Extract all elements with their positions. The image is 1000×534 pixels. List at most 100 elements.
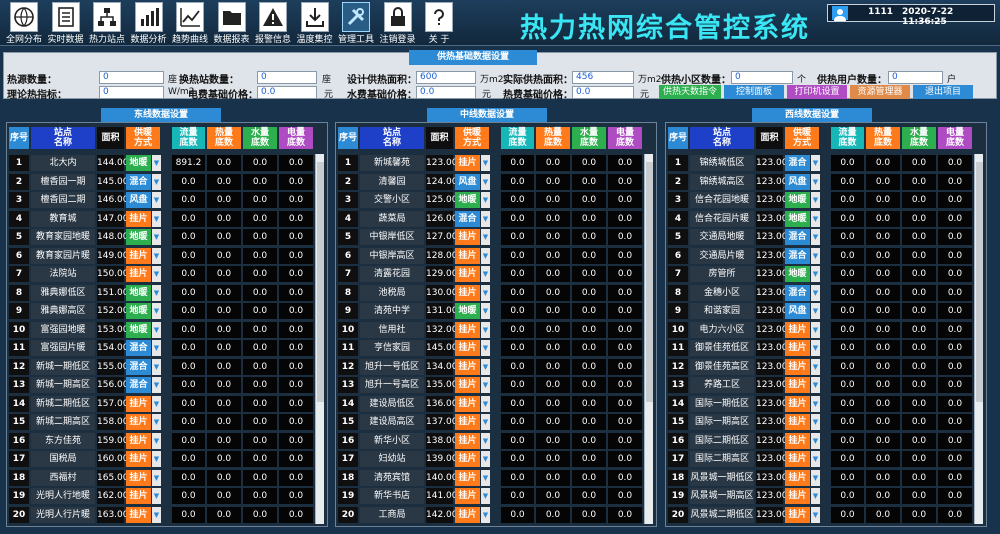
water-base-value[interactable]: 0.0: [902, 155, 936, 171]
heat-base-value[interactable]: 0.0: [866, 303, 900, 319]
water-base-value[interactable]: 0.0: [902, 210, 936, 227]
chevron-down-icon[interactable]: ▼: [481, 210, 490, 227]
water-base-value[interactable]: 0.0: [243, 173, 277, 190]
table-row[interactable]: 20 光明人行片暖 163.00 挂片 ▼ 0.0 0.0 0.0 0.0: [7, 506, 329, 524]
heat-base-value[interactable]: 0.0: [536, 469, 570, 486]
table-row[interactable]: 4 蔬菜局 126.00 混合 ▼ 0.0 0.0 0.0 0.0: [336, 210, 658, 228]
chevron-down-icon[interactable]: ▼: [481, 173, 490, 190]
power-base-value[interactable]: 0.0: [279, 266, 313, 282]
heat-base-value[interactable]: 0.0: [866, 451, 900, 467]
heating-mode-select[interactable]: 地暖: [455, 192, 480, 208]
heat-base-value[interactable]: 0.0: [866, 414, 900, 430]
chevron-down-icon[interactable]: ▼: [811, 247, 820, 264]
water-base-value[interactable]: 0.0: [902, 192, 936, 208]
heat-base-value[interactable]: 0.0: [207, 247, 241, 264]
area-value[interactable]: 146.00: [97, 192, 129, 208]
chevron-down-icon[interactable]: ▼: [811, 284, 820, 301]
table-row[interactable]: 3 信合花园地暖 123.00 地暖 ▼ 0.0 0.0 0.0 0.0: [666, 191, 988, 209]
power-base-value[interactable]: 0.0: [279, 247, 313, 264]
heat-base-value[interactable]: 0.0: [866, 358, 900, 375]
heat-base-value[interactable]: 0.0: [536, 173, 570, 190]
table-row[interactable]: 9 清苑中学 131.00 地暖 ▼ 0.0 0.0 0.0 0.0: [336, 302, 658, 320]
heating-mode-select[interactable]: 挂片: [785, 469, 810, 486]
power-base-value[interactable]: 0.0: [938, 192, 972, 208]
chevron-down-icon[interactable]: ▼: [811, 414, 820, 430]
control-panel-button[interactable]: 控制面板: [724, 85, 784, 99]
scrollbar-thumb[interactable]: [646, 162, 653, 402]
area-value[interactable]: 129.00: [426, 266, 458, 282]
table-row[interactable]: 15 国际一期高区 123.00 挂片 ▼ 0.0 0.0 0.0 0.0: [666, 413, 988, 431]
chevron-down-icon[interactable]: ▼: [481, 451, 490, 467]
heat-base-value[interactable]: 0.0: [207, 414, 241, 430]
source-count-field[interactable]: 0: [99, 71, 164, 84]
chevron-down-icon[interactable]: ▼: [152, 321, 161, 338]
water-base-value[interactable]: 0.0: [572, 284, 606, 301]
heat-base-value[interactable]: 0.0: [536, 488, 570, 504]
power-base-value[interactable]: 0.0: [938, 432, 972, 449]
power-base-value[interactable]: 0.0: [279, 432, 313, 449]
power-base-value[interactable]: 0.0: [608, 192, 642, 208]
heating-mode-select[interactable]: 地暖: [785, 192, 810, 208]
area-value[interactable]: 123.00: [756, 284, 788, 301]
heating-mode-select[interactable]: 挂片: [785, 340, 810, 356]
heating-mode-select[interactable]: 挂片: [455, 340, 480, 356]
water-base-value[interactable]: 0.0: [902, 284, 936, 301]
power-base-value[interactable]: 0.0: [608, 284, 642, 301]
water-base-value[interactable]: 0.0: [902, 469, 936, 486]
water-base-value[interactable]: 0.0: [243, 451, 277, 467]
area-value[interactable]: 123.00: [756, 358, 788, 375]
heat-base-value[interactable]: 0.0: [866, 432, 900, 449]
power-base-value[interactable]: 0.0: [279, 155, 313, 171]
chevron-down-icon[interactable]: ▼: [811, 321, 820, 338]
power-base-value[interactable]: 0.0: [279, 395, 313, 412]
chevron-down-icon[interactable]: ▼: [152, 395, 161, 412]
heat-base-value[interactable]: 0.0: [536, 284, 570, 301]
chevron-down-icon[interactable]: ▼: [152, 210, 161, 227]
power-base-value[interactable]: 0.0: [938, 210, 972, 227]
heating-mode-select[interactable]: 挂片: [126, 469, 151, 486]
chevron-down-icon[interactable]: ▼: [152, 506, 161, 523]
flow-base-value[interactable]: 0.0: [831, 506, 864, 523]
power-base-value[interactable]: 0.0: [938, 266, 972, 282]
heating-mode-select[interactable]: 混合: [785, 155, 810, 171]
water-base-value[interactable]: 0.0: [243, 469, 277, 486]
toolbar-button-2[interactable]: 实时数据: [46, 2, 86, 46]
heating-mode-select[interactable]: 挂片: [785, 321, 810, 338]
table-row[interactable]: 15 新城二期高区 158.00 挂片 ▼ 0.0 0.0 0.0 0.0: [7, 413, 329, 431]
area-value[interactable]: 152.00: [97, 303, 129, 319]
area-value[interactable]: 123.00: [426, 155, 458, 171]
chevron-down-icon[interactable]: ▼: [811, 432, 820, 449]
power-base-value[interactable]: 0.0: [608, 210, 642, 227]
chevron-down-icon[interactable]: ▼: [481, 229, 490, 245]
area-value[interactable]: 147.00: [97, 210, 129, 227]
flow-base-value[interactable]: 0.0: [172, 303, 205, 319]
table-row[interactable]: 2 清馨园 124.00 风盘 ▼ 0.0 0.0 0.0 0.0: [336, 173, 658, 191]
water-base-value[interactable]: 0.0: [902, 266, 936, 282]
area-value[interactable]: 156.00: [97, 377, 129, 393]
table-row[interactable]: 14 国际一期低区 123.00 挂片 ▼ 0.0 0.0 0.0 0.0: [666, 395, 988, 413]
chevron-down-icon[interactable]: ▼: [152, 488, 161, 504]
water-base-value[interactable]: 0.0: [243, 284, 277, 301]
table-row[interactable]: 16 国际二期低区 123.00 挂片 ▼ 0.0 0.0 0.0 0.0: [666, 432, 988, 450]
chevron-down-icon[interactable]: ▼: [481, 247, 490, 264]
heat-base-value[interactable]: 0.0: [866, 395, 900, 412]
flow-base-value[interactable]: 0.0: [172, 229, 205, 245]
water-base-value[interactable]: 0.0: [572, 395, 606, 412]
heating-mode-select[interactable]: 挂片: [126, 451, 151, 467]
heating-mode-select[interactable]: 挂片: [126, 506, 151, 523]
water-base-value[interactable]: 0.0: [902, 414, 936, 430]
area-value[interactable]: 139.00: [426, 451, 458, 467]
table-row[interactable]: 2 锦绣城高区 123.00 风盘 ▼ 0.0 0.0 0.0 0.0: [666, 173, 988, 191]
flow-base-value[interactable]: 0.0: [831, 155, 864, 171]
heat-base-value[interactable]: 0.0: [207, 469, 241, 486]
power-base-value[interactable]: 0.0: [279, 469, 313, 486]
table-row[interactable]: 6 中银岸高区 128.00 挂片 ▼ 0.0 0.0 0.0 0.0: [336, 247, 658, 265]
area-value[interactable]: 123.00: [756, 395, 788, 412]
chevron-down-icon[interactable]: ▼: [481, 284, 490, 301]
heat-base-value[interactable]: 0.0: [866, 284, 900, 301]
table-row[interactable]: 5 教育家园地暖 148.00 地暖 ▼ 0.0 0.0 0.0 0.0: [7, 228, 329, 246]
heat-base-value[interactable]: 0.0: [536, 266, 570, 282]
heating-mode-select[interactable]: 挂片: [455, 358, 480, 375]
area-value[interactable]: 128.00: [426, 247, 458, 264]
table-row[interactable]: 8 金穗小区 123.00 混合 ▼ 0.0 0.0 0.0 0.0: [666, 284, 988, 302]
